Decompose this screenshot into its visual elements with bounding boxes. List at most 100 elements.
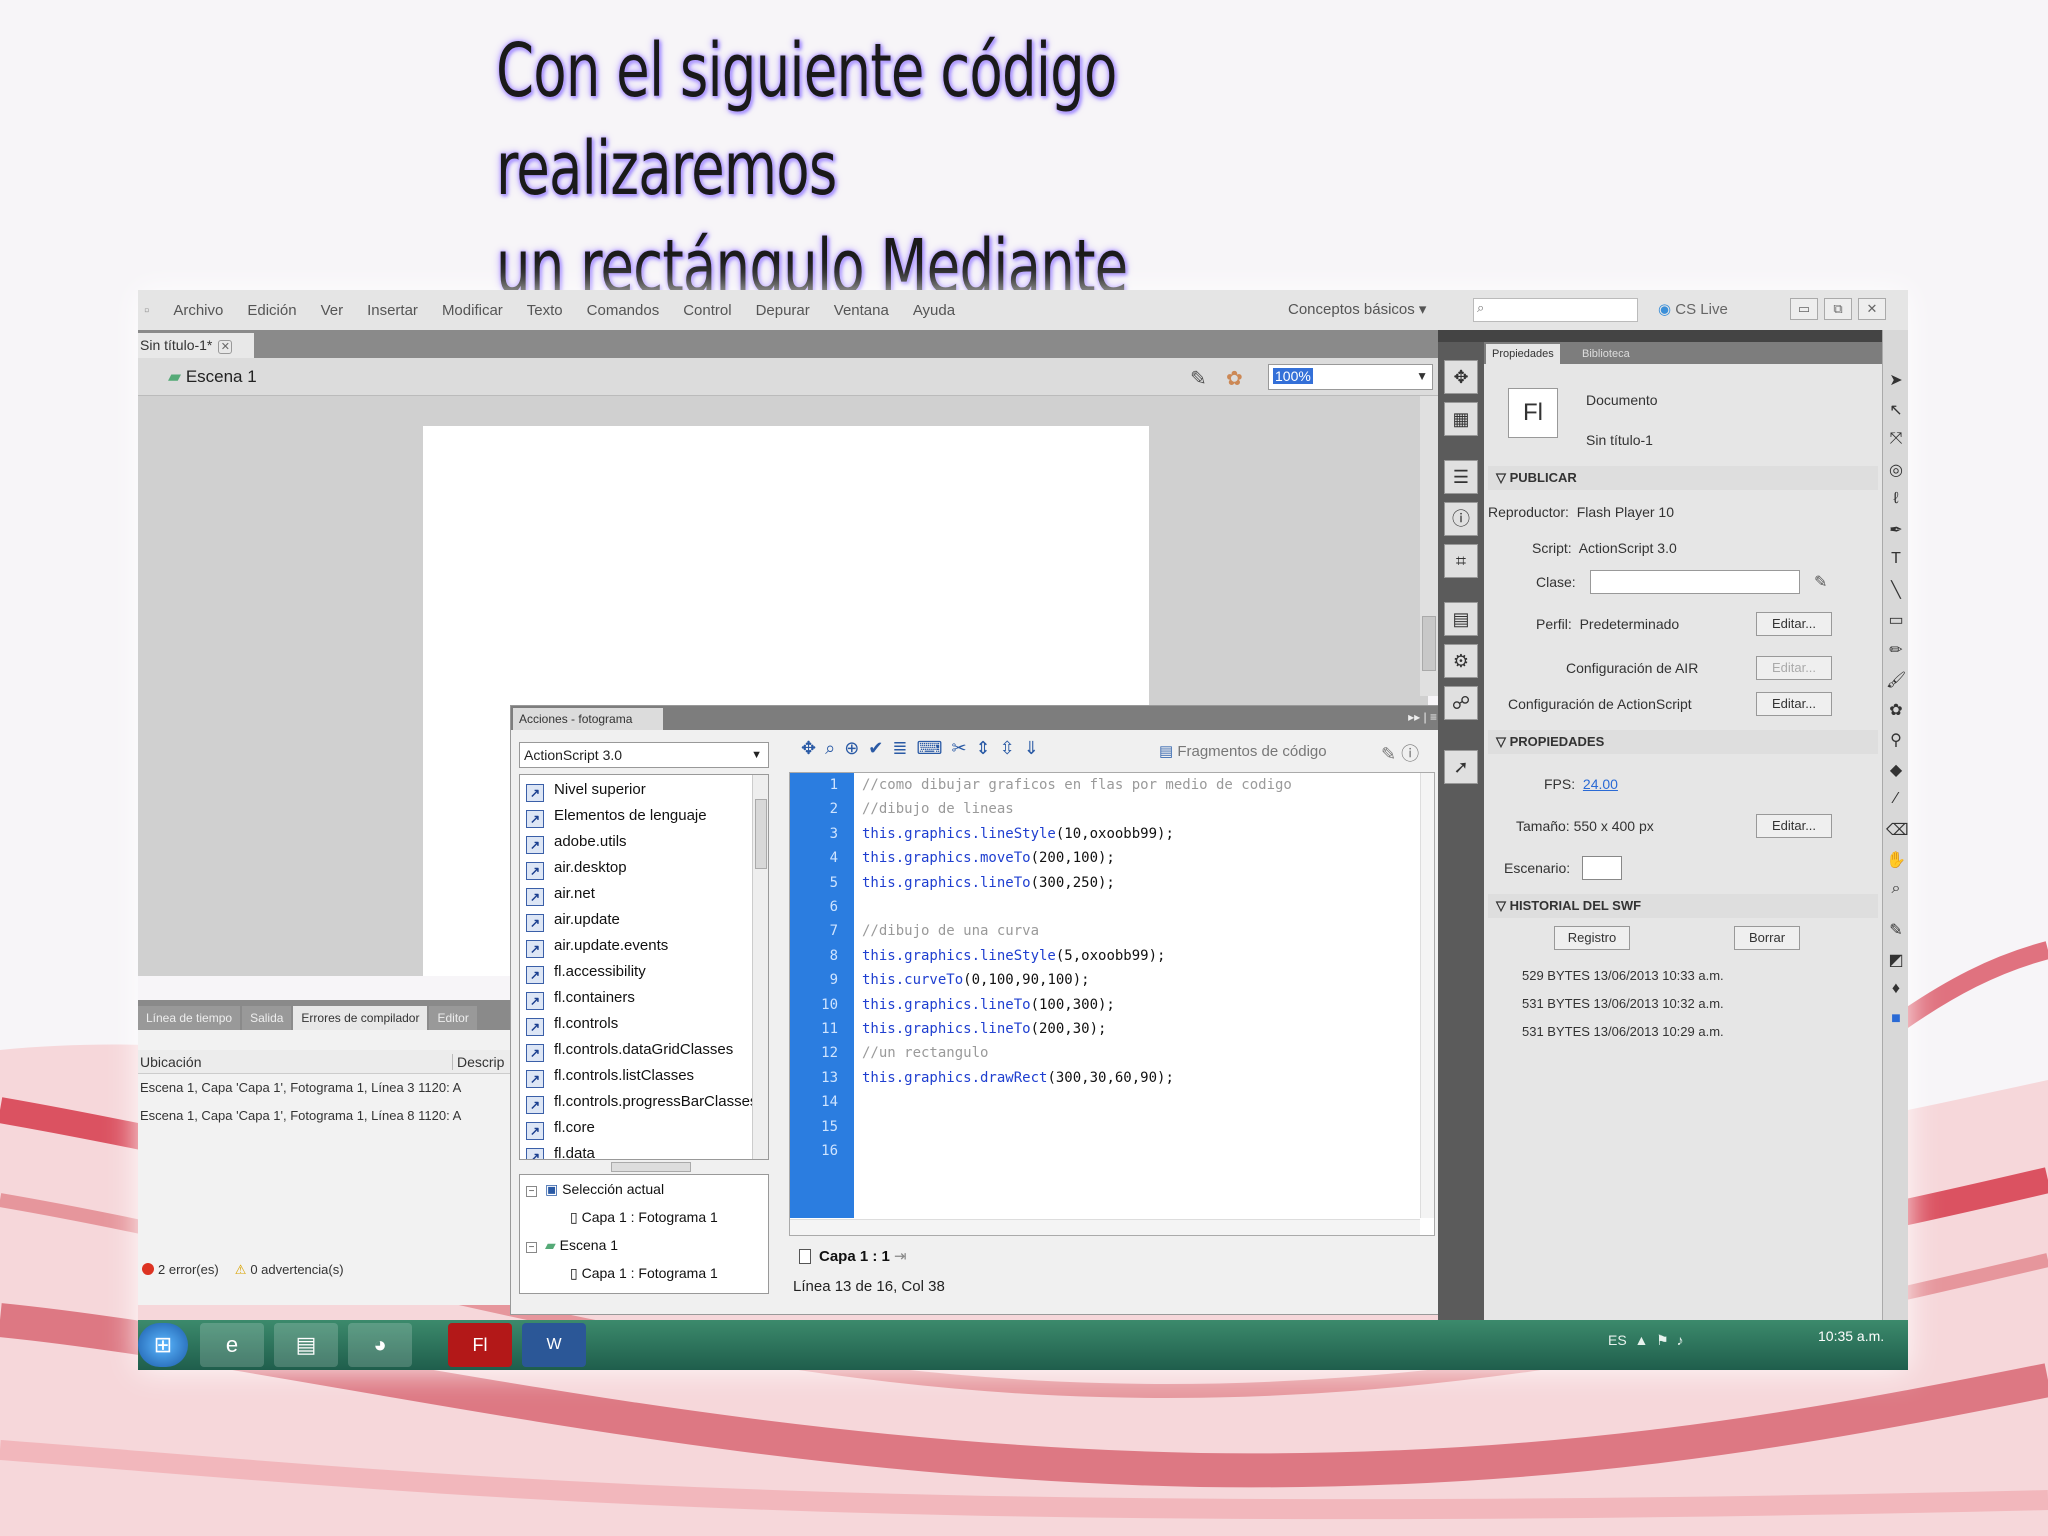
tab-editor[interactable]: Editor bbox=[429, 1006, 477, 1030]
list-item[interactable]: ↗ fl.controls.dataGridClasses bbox=[526, 1037, 733, 1063]
actions-panel-tab[interactable]: Acciones - fotograma bbox=[513, 708, 663, 730]
language-indicator[interactable]: ES bbox=[1608, 1332, 1627, 1348]
code-scrollbar[interactable] bbox=[1420, 773, 1434, 1218]
toolbox-scrollbar[interactable] bbox=[752, 775, 768, 1159]
internet-explorer-icon[interactable]: e bbox=[200, 1323, 264, 1367]
list-item[interactable]: ↗ air.desktop bbox=[526, 855, 627, 881]
code-snippets-icon[interactable]: ▤ bbox=[1444, 602, 1478, 636]
edit-as-button[interactable]: Editar... bbox=[1756, 692, 1832, 716]
menu-edicion[interactable]: Edición bbox=[235, 302, 308, 319]
list-item[interactable]: ↗ fl.core bbox=[526, 1115, 595, 1141]
free-transform-tool-icon[interactable]: ⤧ bbox=[1886, 430, 1906, 454]
edit-size-button[interactable]: Editar... bbox=[1756, 814, 1832, 838]
selection-tool-icon[interactable]: ➤ bbox=[1886, 370, 1906, 394]
code-line[interactable]: //un rectangulo bbox=[862, 1045, 988, 1061]
code-horizontal-scrollbar[interactable] bbox=[790, 1219, 1420, 1235]
scrollbar-thumb[interactable] bbox=[1422, 616, 1436, 671]
code-line[interactable]: //dibujo de lineas bbox=[862, 801, 1014, 817]
transform-icon[interactable]: ⌗ bbox=[1444, 544, 1478, 578]
chrome-icon[interactable]: ◕ bbox=[348, 1323, 412, 1367]
scene-breadcrumb[interactable]: ▰ Escena 1 bbox=[168, 367, 257, 387]
paint-bucket-tool-icon[interactable]: ◆ bbox=[1886, 760, 1906, 784]
hand-tool-icon[interactable]: ✋ bbox=[1886, 850, 1906, 874]
add-statement-icon[interactable]: ✥ bbox=[801, 738, 816, 758]
properties-section[interactable]: ▽ PROPIEDADES bbox=[1488, 730, 1878, 754]
stage-scrollbar[interactable] bbox=[1420, 396, 1438, 696]
motion-presets-icon[interactable]: ✥ bbox=[1444, 360, 1478, 394]
check-syntax-icon[interactable]: ✔ bbox=[868, 738, 883, 758]
network-icon[interactable]: ⚑ bbox=[1656, 1332, 1669, 1348]
menu-texto[interactable]: Texto bbox=[515, 302, 575, 319]
flash-app-icon[interactable]: Fl bbox=[448, 1323, 512, 1367]
debug-options-icon[interactable]: ✂ bbox=[951, 738, 966, 758]
fps-value[interactable]: 24.00 bbox=[1583, 776, 1618, 792]
tab-compiler-errors[interactable]: Errores de compilador bbox=[293, 1006, 428, 1030]
pin-icon[interactable]: ⇥ bbox=[894, 1248, 907, 1265]
code-hint-icon[interactable]: ⌨ bbox=[916, 738, 942, 758]
menu-control[interactable]: Control bbox=[671, 302, 743, 319]
word-app-icon[interactable]: W bbox=[522, 1323, 586, 1367]
cs-live-button[interactable]: ◉ CS Live bbox=[1658, 300, 1728, 318]
code-line[interactable]: this.curveTo(0,100,90,100); bbox=[862, 972, 1090, 988]
edit-symbols-icon[interactable]: ✿ bbox=[1226, 366, 1243, 391]
tree-node[interactable]: − ▰ Escena 1 bbox=[526, 1237, 618, 1254]
collapse-selection-icon[interactable]: ⇳ bbox=[1000, 738, 1015, 758]
code-editor[interactable]: 1 //como dibujar graficos en flas por med… bbox=[789, 772, 1435, 1236]
menu-modificar[interactable]: Modificar bbox=[430, 302, 515, 319]
file-explorer-icon[interactable]: ▤ bbox=[274, 1323, 338, 1367]
language-select[interactable]: ActionScript 3.0 ▼ bbox=[519, 742, 769, 768]
expand-all-icon[interactable]: ⇓ bbox=[1024, 738, 1039, 758]
tab-library[interactable]: Biblioteca bbox=[1576, 344, 1636, 364]
menu-insertar[interactable]: Insertar bbox=[355, 302, 430, 319]
swap-colors-icon[interactable]: ■ bbox=[1886, 1010, 1906, 1034]
menu-ventana[interactable]: Ventana bbox=[822, 302, 901, 319]
components-icon[interactable]: ⚙ bbox=[1444, 644, 1478, 678]
close-icon[interactable]: ✕ bbox=[1858, 298, 1886, 320]
restore-icon[interactable]: ⧉ bbox=[1824, 298, 1852, 320]
grid-icon[interactable]: ▦ bbox=[1444, 402, 1478, 436]
edit-profile-button[interactable]: Editar... bbox=[1756, 612, 1832, 636]
close-tab-icon[interactable]: ✕ bbox=[218, 340, 233, 354]
stage-color-swatch[interactable] bbox=[1582, 856, 1622, 880]
log-button[interactable]: Registro bbox=[1554, 926, 1630, 950]
menu-depurar[interactable]: Depurar bbox=[744, 302, 822, 319]
3d-rotation-tool-icon[interactable]: ◎ bbox=[1886, 460, 1906, 484]
code-line[interactable]: this.graphics.drawRect(300,30,60,90); bbox=[862, 1070, 1174, 1086]
actions-icon[interactable]: ➚ bbox=[1444, 750, 1478, 784]
bone-tool-icon[interactable]: ⚲ bbox=[1886, 730, 1906, 754]
find-icon[interactable]: ⌕ bbox=[825, 738, 835, 758]
menu-archivo[interactable]: Archivo bbox=[161, 302, 235, 319]
code-line[interactable]: this.graphics.lineStyle(5,oxoobb99); bbox=[862, 948, 1165, 964]
table-row[interactable]: Escena 1, Capa 'Capa 1', Fotograma 1, Lí… bbox=[140, 1080, 461, 1095]
code-line[interactable]: this.graphics.moveTo(200,100); bbox=[862, 850, 1115, 866]
code-line[interactable]: this.graphics.lineTo(200,30); bbox=[862, 1021, 1106, 1037]
list-item[interactable]: ↗ fl.controls.listClasses bbox=[526, 1063, 694, 1089]
scrollbar-thumb[interactable] bbox=[755, 799, 767, 869]
script-tab[interactable]: Capa 1 : 1 ⇥ bbox=[789, 1244, 907, 1270]
menu-ayuda[interactable]: Ayuda bbox=[901, 302, 967, 319]
line-tool-icon[interactable]: ╲ bbox=[1886, 580, 1906, 604]
list-item[interactable]: ↗ air.net bbox=[526, 881, 595, 907]
menu-comandos[interactable]: Comandos bbox=[575, 302, 672, 319]
tab-output[interactable]: Salida bbox=[242, 1006, 292, 1030]
edit-scene-icon[interactable]: ✎ bbox=[1190, 366, 1207, 391]
volume-icon[interactable]: ♪ bbox=[1676, 1332, 1683, 1348]
paint-icon[interactable]: ♦ bbox=[1886, 980, 1906, 1004]
clear-button[interactable]: Borrar bbox=[1734, 926, 1800, 950]
code-line[interactable]: this.graphics.lineTo(100,300); bbox=[862, 997, 1115, 1013]
text-tool-icon[interactable]: T bbox=[1886, 550, 1906, 574]
pencil-icon[interactable]: ✎ bbox=[1814, 572, 1827, 592]
menu-ver[interactable]: Ver bbox=[309, 302, 356, 319]
pencil-tool-icon[interactable]: ✏ bbox=[1886, 640, 1906, 664]
help-search-input[interactable]: ⌕ bbox=[1473, 298, 1638, 322]
eraser-tool-icon[interactable]: ⌫ bbox=[1886, 820, 1909, 844]
tab-properties[interactable]: Propiedades bbox=[1486, 344, 1560, 364]
list-item[interactable]: ↗ fl.accessibility bbox=[526, 959, 646, 985]
deco-tool-icon[interactable]: ✿ bbox=[1886, 700, 1906, 724]
taskbar-clock[interactable]: 10:35 a.m. bbox=[1818, 1328, 1884, 1344]
list-item[interactable]: ↗ fl.controls bbox=[526, 1011, 618, 1037]
code-line[interactable]: this.graphics.lineTo(300,250); bbox=[862, 875, 1115, 891]
auto-format-icon[interactable]: ≣ bbox=[892, 738, 907, 758]
brush-tool-icon[interactable]: 🖌 bbox=[1886, 670, 1906, 694]
code-line[interactable]: //como dibujar graficos en flas por medi… bbox=[862, 777, 1292, 793]
